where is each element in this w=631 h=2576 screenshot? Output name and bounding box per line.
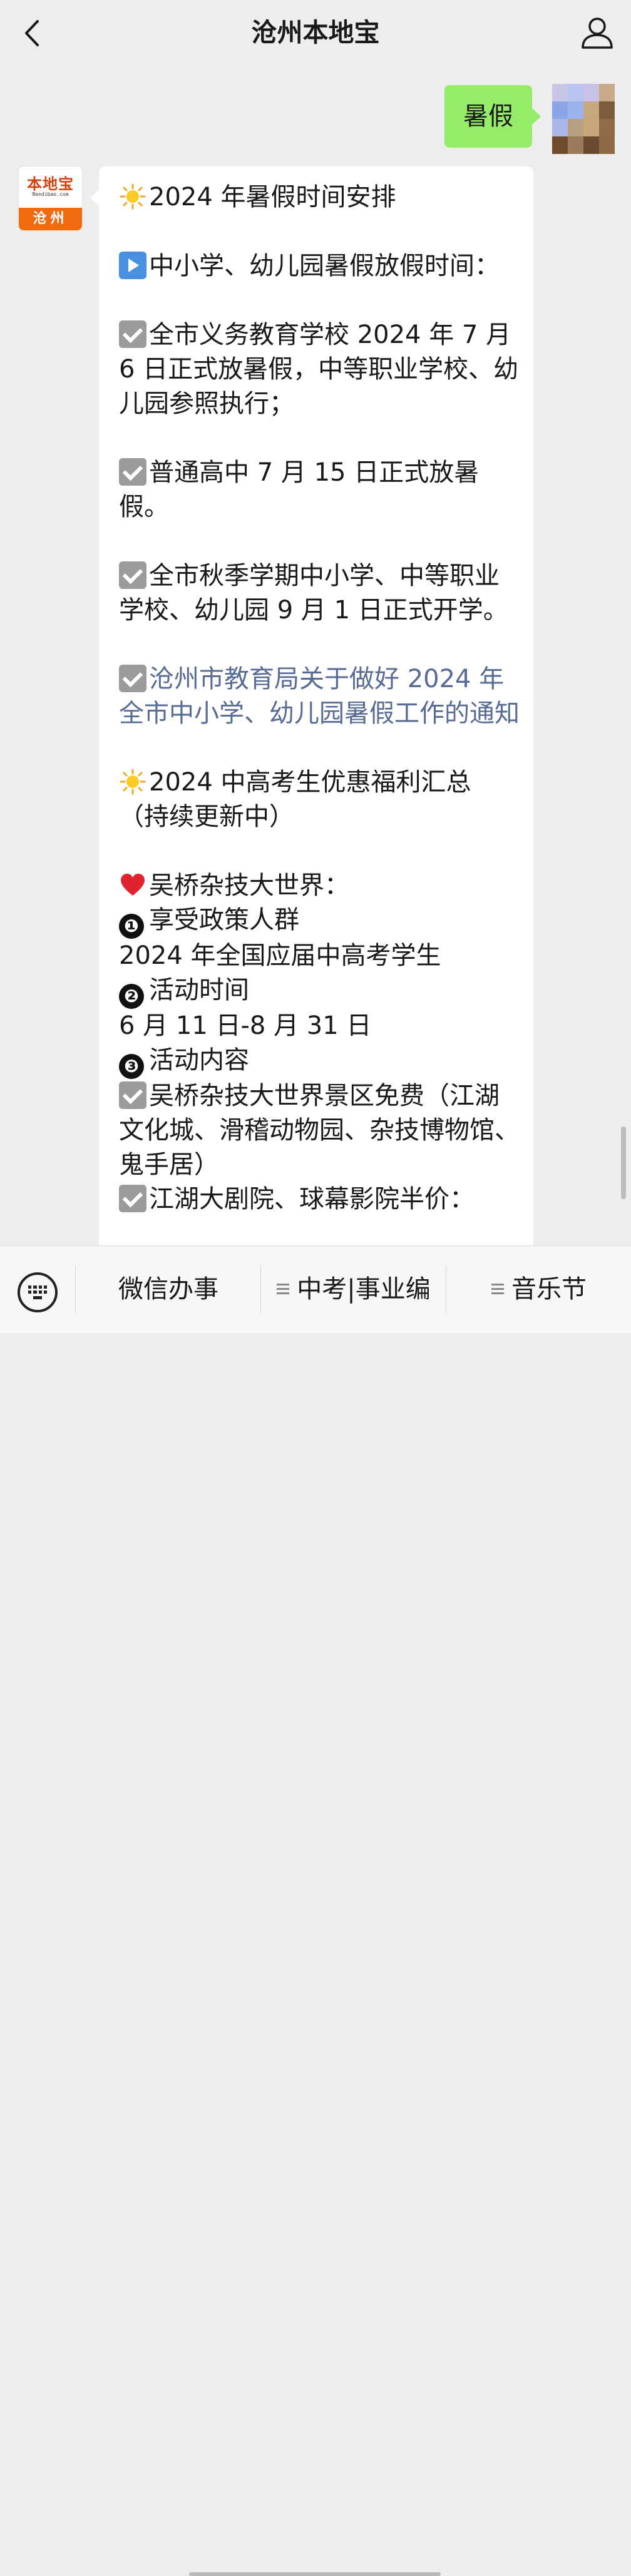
heart-icon (119, 871, 146, 899)
check-box-icon (119, 665, 146, 692)
play-icon (119, 252, 146, 279)
keyboard-keys (28, 1285, 47, 1299)
sun-icon (119, 183, 146, 210)
sent-message-bubble[interactable]: 暑假 (444, 85, 541, 148)
menu-item-exam-jobs[interactable]: 中考|事业编 (262, 1269, 446, 1310)
bottom-menu-bar: 微信办事 中考|事业编 音乐节 (0, 1245, 631, 2576)
subheading-text: 中小学、幼儿园暑假放假时间： (149, 252, 500, 280)
page-title: 沧州本地宝 (251, 18, 380, 48)
article-heading: 2024 年暑假时间安排 (119, 180, 520, 215)
benefit-item: 江湖大剧院、球幕影院半价： (119, 1182, 520, 1217)
policy-value: 2024 年全国应届中高考学生 (119, 941, 441, 970)
number-badge-3: ❸ (119, 1054, 144, 1079)
bubble-tail (90, 189, 100, 207)
benefit-text: 吴桥杂技大世界景区免费（江湖文化城、滑稽动物园、杂技博物馆、鬼手居） (119, 1081, 520, 1179)
menu-item-label: 音乐节 (511, 1275, 587, 1304)
number-badge-1: ❶ (119, 914, 144, 939)
content-label: ❸ 活动内容 (119, 1043, 520, 1079)
section-heading: 2024 中高考生优惠福利汇总（持续更新中） (119, 765, 520, 834)
period-value: 6 月 11 日-8 月 31 日 (119, 1011, 372, 1040)
menu-item-label: 微信办事 (118, 1275, 218, 1304)
check-box-icon (119, 1081, 146, 1109)
subheading: 中小学、幼儿园暑假放假时间： (119, 249, 520, 284)
avatar-city-label: 沧州 (19, 208, 82, 230)
schedule-item-text: 全市秋季学期中小学、中等职业学校、幼儿园 9 月 1 日正式开学。 (119, 561, 508, 625)
period-label: ❷ 活动时间 (119, 973, 520, 1009)
submenu-lines-icon (491, 1284, 504, 1295)
number-badge-2: ❷ (119, 984, 144, 1009)
content-label-text: 活动内容 (149, 1046, 249, 1075)
message-content: 2024 年暑假时间安排 中小学、幼儿园暑假放假时间： 全市义务教育学校 202… (119, 180, 520, 1217)
user-avatar[interactable] (552, 84, 615, 154)
menu-item-label: 中考|事业编 (297, 1275, 431, 1304)
account-avatar[interactable]: 本地宝 Bendibao.com 沧州 (19, 166, 82, 230)
received-message-bubble[interactable]: 2024 年暑假时间安排 中小学、幼儿园暑假放假时间： 全市义务教育学校 202… (99, 166, 533, 1268)
home-indicator (189, 2572, 441, 2576)
schedule-item: 全市秋季学期中小学、中等职业学校、幼儿园 9 月 1 日正式开学。 (119, 559, 520, 628)
section-heading-text: 2024 中高考生优惠福利汇总（持续更新中） (119, 768, 471, 831)
submenu-lines-icon (277, 1284, 290, 1295)
schedule-item-text: 全市义务教育学校 2024 年 7 月 6 日正式放暑假，中等职业学校、幼儿园参… (119, 320, 519, 418)
policy-label-text: 享受政策人群 (149, 906, 299, 934)
benefit-text: 江湖大剧院、球幕影院半价： (149, 1185, 475, 1214)
period-label-text: 活动时间 (149, 976, 249, 1004)
venue-text: 吴桥杂技大世界： (149, 871, 349, 900)
check-box-icon (119, 1185, 146, 1212)
schedule-item-text: 普通高中 7 月 15 日正式放暑假。 (119, 458, 480, 521)
policy-label: ❶ 享受政策人群 (119, 903, 520, 939)
notice-link[interactable]: 沧州市教育局关于做好 2024 年全市中小学、幼儿园暑假工作的通知 (119, 665, 520, 728)
check-box-icon (119, 320, 146, 348)
avatar-brand-logo: 本地宝 (27, 175, 74, 193)
menu-item-wechat-service[interactable]: 微信办事 (76, 1269, 260, 1310)
top-nav-bar: 沧州本地宝 (0, 0, 631, 68)
scrollbar-thumb[interactable] (621, 1127, 626, 1199)
check-box-icon (119, 458, 146, 486)
keyboard-icon[interactable] (18, 1272, 58, 1312)
menu-divider (260, 1265, 261, 1314)
person-icon[interactable] (580, 15, 615, 50)
menu-divider (75, 1265, 76, 1314)
heading-text: 2024 年暑假时间安排 (149, 183, 396, 212)
check-box-icon (119, 561, 146, 589)
benefit-item: 吴桥杂技大世界景区免费（江湖文化城、滑稽动物园、杂技博物馆、鬼手居） (119, 1079, 520, 1182)
schedule-item: 普通高中 7 月 15 日正式放暑假。 (119, 456, 520, 524)
schedule-item: 全市义务教育学校 2024 年 7 月 6 日正式放暑假，中等职业学校、幼儿园参… (119, 318, 520, 421)
menu-item-music-festival[interactable]: 音乐节 (447, 1269, 631, 1310)
avatar-domain-text: Bendibao.com (32, 192, 69, 197)
venue-heading: 吴桥杂技大世界： (119, 869, 520, 903)
sun-icon (119, 768, 146, 795)
notice-link-item: 沧州市教育局关于做好 2024 年全市中小学、幼儿园暑假工作的通知 (119, 662, 520, 731)
